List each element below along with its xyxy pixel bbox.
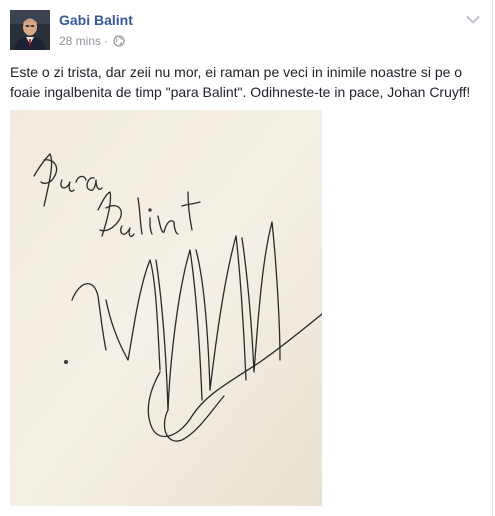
ink-dot	[64, 360, 68, 364]
post-meta: 28 mins ·	[59, 34, 125, 48]
chevron-down-icon[interactable]	[466, 12, 480, 24]
autograph-image	[10, 110, 322, 506]
globe-icon[interactable]	[113, 35, 125, 47]
author-avatar[interactable]	[10, 10, 50, 50]
avatar-photo	[10, 10, 50, 50]
feed-post: Gabi Balint 28 mins · Este o zi trista, …	[0, 0, 493, 516]
post-photo[interactable]	[10, 110, 322, 506]
meta-separator: ·	[104, 34, 109, 48]
post-timestamp-link[interactable]: 28 mins	[59, 34, 101, 48]
author-name-link[interactable]: Gabi Balint	[59, 12, 133, 28]
post-message: Este o zi trista, dar zeii nu mor, ei ra…	[10, 64, 471, 100]
